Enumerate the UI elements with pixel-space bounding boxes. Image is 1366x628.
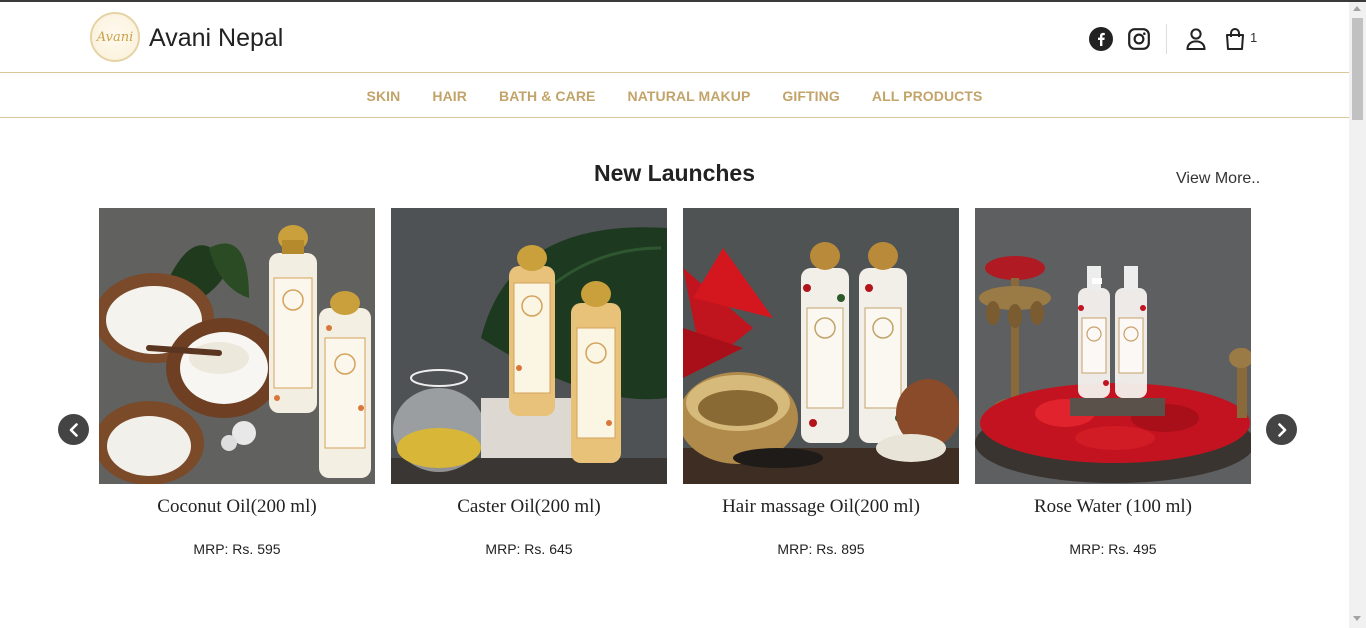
page-scrollbar[interactable] — [1349, 2, 1366, 628]
product-price: MRP: Rs. 645 — [485, 541, 573, 557]
section-title: New Launches — [593, 160, 756, 186]
product-carousel: Coconut Oil(200 ml) MRP: Rs. 595 Caster … — [99, 208, 1251, 557]
product-price: MRP: Rs. 895 — [777, 541, 865, 557]
product-name[interactable]: Coconut Oil(200 ml) — [99, 496, 375, 518]
chevron-right-icon — [1277, 422, 1286, 437]
header-divider — [1166, 24, 1167, 54]
nav-item-gifting[interactable]: GIFTING — [782, 88, 839, 104]
product-price: MRP: Rs. 495 — [1069, 541, 1157, 557]
brand-logo[interactable]: Avani — [90, 12, 140, 62]
carousel-next-button[interactable] — [1266, 414, 1297, 445]
view-more-link[interactable]: View More.. — [1176, 170, 1260, 188]
carousel-prev-button[interactable] — [58, 414, 89, 445]
nav-item-hair[interactable]: HAIR — [432, 88, 467, 104]
scroll-down-arrow-icon[interactable] — [1353, 616, 1361, 621]
nav-item-natural-makeup[interactable]: NATURAL MAKUP — [628, 88, 751, 104]
chevron-left-icon — [69, 422, 78, 437]
shopping-bag-icon[interactable] — [1224, 27, 1246, 51]
logo-text: Avani — [96, 29, 134, 45]
cart-count-badge: 1 — [1250, 29, 1258, 45]
product-name[interactable]: Caster Oil(200 ml) — [391, 496, 667, 518]
header-icons: 1 — [1088, 22, 1257, 56]
product-price: MRP: Rs. 595 — [193, 541, 281, 557]
product-image-caster-oil[interactable] — [391, 208, 667, 484]
product-card[interactable]: Coconut Oil(200 ml) MRP: Rs. 595 — [99, 208, 375, 557]
scroll-thumb[interactable] — [1352, 18, 1363, 120]
product-name[interactable]: Hair massage Oil(200 ml) — [683, 496, 959, 518]
site-header: Avani Avani Nepal 1 — [0, 2, 1349, 73]
product-image-hair-massage-oil[interactable] — [683, 208, 959, 484]
facebook-icon[interactable] — [1088, 26, 1114, 52]
product-image-coconut-oil[interactable] — [99, 208, 375, 484]
nav-item-bath-care[interactable]: BATH & CARE — [499, 88, 596, 104]
nav-item-skin[interactable]: SKIN — [367, 88, 401, 104]
category-nav: SKIN HAIR BATH & CARE NATURAL MAKUP GIFT… — [0, 74, 1349, 118]
product-card[interactable]: Hair massage Oil(200 ml) MRP: Rs. 895 — [683, 208, 959, 557]
product-name[interactable]: Rose Water (100 ml) — [975, 496, 1251, 518]
product-card[interactable]: Caster Oil(200 ml) MRP: Rs. 645 — [391, 208, 667, 557]
scroll-up-arrow-icon[interactable] — [1353, 6, 1361, 11]
product-card[interactable]: Rose Water (100 ml) MRP: Rs. 495 — [975, 208, 1251, 557]
instagram-icon[interactable] — [1126, 26, 1152, 52]
user-icon[interactable] — [1184, 26, 1208, 52]
product-image-rose-water[interactable] — [975, 208, 1251, 484]
brand-name[interactable]: Avani Nepal — [149, 24, 283, 53]
nav-item-all-products[interactable]: ALL PRODUCTS — [872, 88, 983, 104]
